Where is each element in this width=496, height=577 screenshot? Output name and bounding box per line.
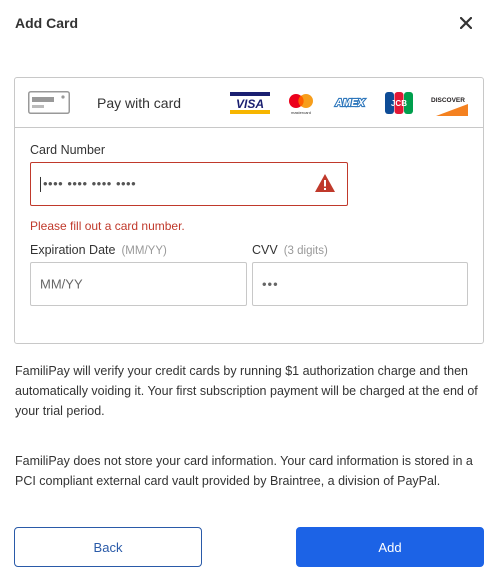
jcb-logo-icon: JCB: [384, 90, 414, 116]
amex-logo-icon: AMEX: [331, 90, 369, 116]
discover-logo-text: DISCOVER: [431, 97, 465, 104]
jcb-logo-text: JCB: [391, 99, 407, 108]
credit-card-icon: [28, 91, 70, 114]
mastercard-logo-icon: mastercard: [285, 90, 317, 116]
cvv-hint: (3 digits): [283, 245, 328, 257]
cvv-input[interactable]: •••: [252, 262, 468, 306]
discover-logo-icon: DISCOVER: [428, 90, 468, 116]
card-number-error: Please fill out a card number.: [30, 219, 185, 233]
close-icon[interactable]: [457, 14, 475, 32]
verification-info-text: FamiliPay will verify your credit cards …: [15, 364, 478, 418]
cvv-label-text: CVV: [252, 243, 278, 257]
pay-with-card-label: Pay with card: [97, 95, 182, 111]
text-cursor: [40, 177, 41, 193]
expiration-hint: (MM/YY): [121, 245, 167, 257]
security-info-text: FamiliPay does not store your card infor…: [15, 454, 473, 488]
dialog-title: Add Card: [15, 15, 78, 31]
cvv-placeholder: •••: [262, 276, 279, 292]
expiration-input[interactable]: MM/YY: [30, 262, 247, 306]
visa-logo-icon: VISA: [230, 90, 270, 116]
expiration-label-text: Expiration Date: [30, 243, 116, 257]
amex-logo-text: AMEX: [335, 98, 366, 109]
add-button[interactable]: Add: [296, 527, 484, 567]
mastercard-logo-text: mastercard: [291, 110, 311, 115]
card-form-header: Pay with card VISA mastercard AMEX JCB D…: [15, 78, 483, 128]
expiration-placeholder: MM/YY: [40, 276, 83, 292]
card-number-input[interactable]: •••• •••• •••• ••••: [30, 162, 348, 206]
warning-icon: [315, 174, 335, 192]
visa-logo-text: VISA: [236, 97, 264, 111]
card-number-value: •••• •••• •••• ••••: [43, 175, 137, 191]
cvv-label: CVV (3 digits): [252, 242, 328, 259]
card-number-label: Card Number: [30, 143, 106, 157]
expiration-label: Expiration Date (MM/YY): [30, 242, 167, 259]
dialog-header: Add Card: [15, 13, 481, 35]
back-button[interactable]: Back: [14, 527, 202, 567]
